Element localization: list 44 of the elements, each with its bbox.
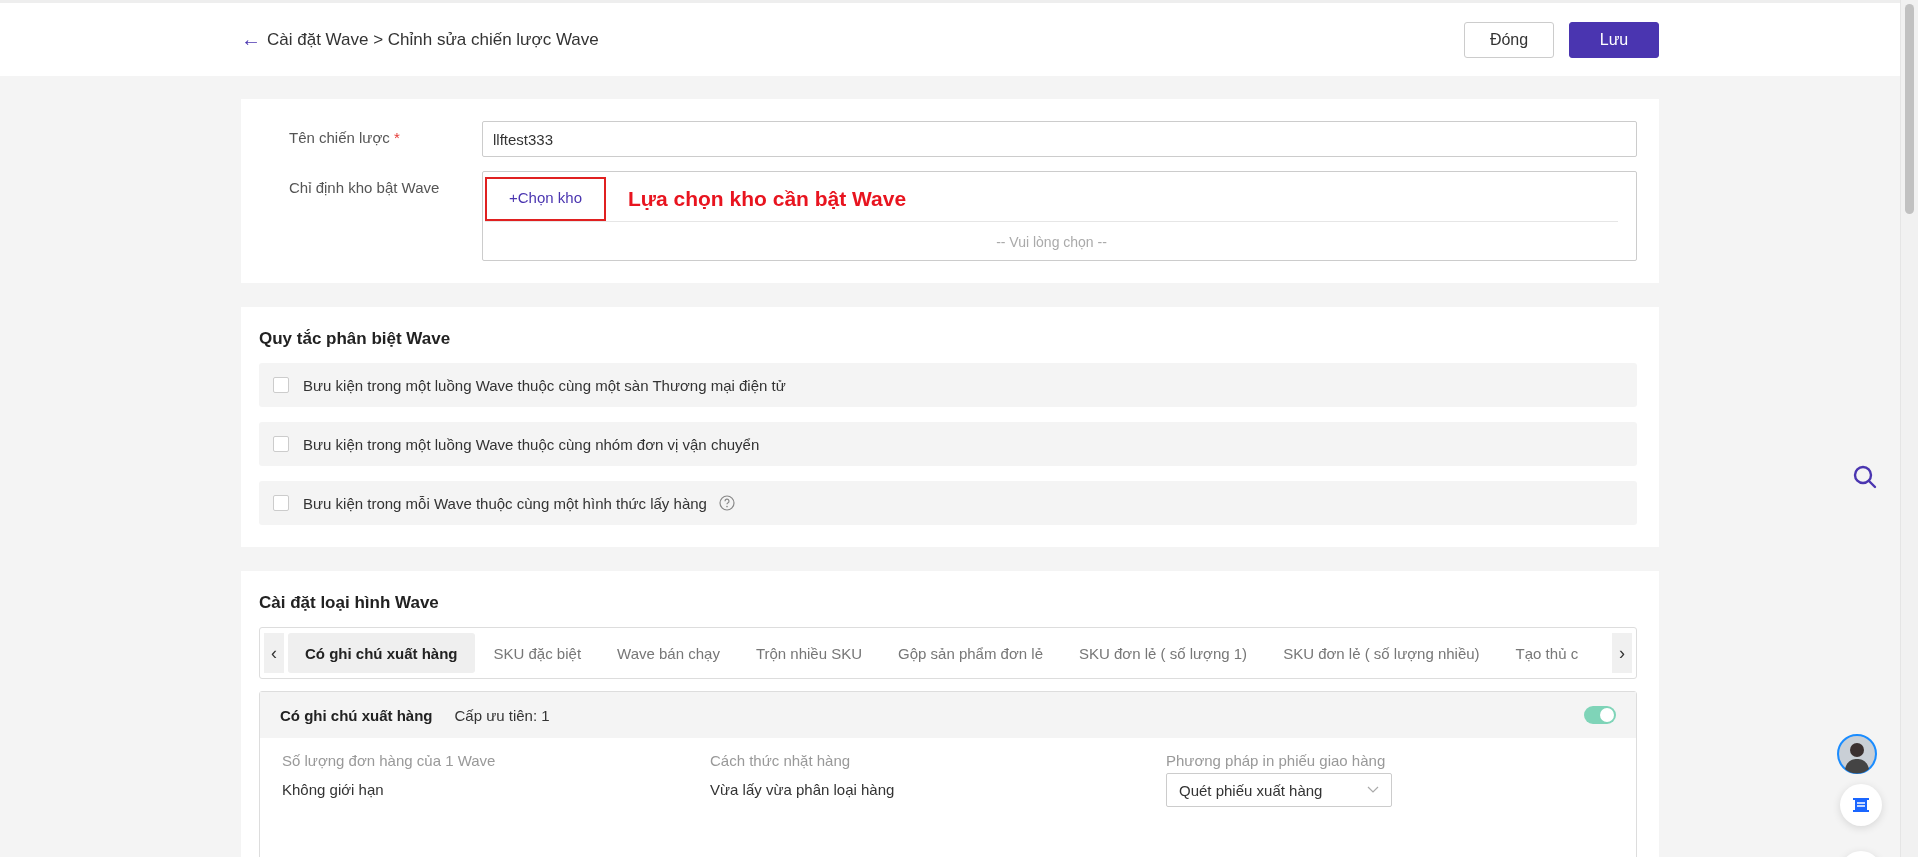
field-label: Tên chiến lược *: [288, 128, 401, 148]
field-label: Phương pháp in phiếu giao hàng: [1166, 752, 1387, 769]
previous-tab-button[interactable]: ‹: [264, 633, 284, 673]
rule-label: Bưu kiện trong một luồng Wave thuộc cùng nhóm đơn vị vận chuyển: [303, 435, 760, 453]
checkbox[interactable]: [273, 495, 289, 511]
print-method-dropdown[interactable]: Quét phiếu xuất hàng: [1166, 773, 1392, 807]
field-value: Không giới hạn: [282, 781, 385, 798]
field-label: Số lượng đơn hàng của 1 Wave: [282, 752, 497, 769]
chevron-down-icon: [1367, 786, 1379, 794]
message-board-icon: [1851, 795, 1871, 815]
scrollbar[interactable]: [1900, 0, 1918, 857]
strategy-name-input[interactable]: llftest333: [482, 121, 1637, 157]
section-title: Cài đặt loại hình Wave: [259, 593, 440, 613]
wave-type-tab[interactable]: SKU đơn lẻ ( số lượng 1): [1062, 633, 1265, 673]
panel-title: Có ghi chú xuất hàng: [280, 706, 433, 724]
search-icon[interactable]: [1853, 465, 1877, 489]
priority-text: Cấp ưu tiên: 1: [454, 706, 551, 724]
wave-type-tab[interactable]: Gộp sản phẩm đơn lẻ: [881, 633, 1060, 673]
checkbox[interactable]: [273, 436, 289, 452]
chat-button[interactable]: [1840, 784, 1882, 826]
enable-toggle[interactable]: [1584, 706, 1616, 724]
rule-label: Bưu kiện trong một luồng Wave thuộc cùng một sàn Thương mại điện tử: [303, 376, 786, 394]
field-label: Cách thức nhặt hàng: [710, 752, 852, 769]
support-avatar[interactable]: [1837, 734, 1877, 774]
rule-label: Bưu kiện trong mỗi Wave thuộc cùng một hình thức lấy hàng: [303, 494, 707, 512]
empty-hint: -- Vui lòng chọn --: [995, 233, 1108, 250]
wave-type-tab[interactable]: Wave bán chạy: [600, 633, 737, 673]
page-breadcrumb: Cài đặt Wave > Chỉnh sửa chiến lược Wave: [267, 29, 599, 50]
next-tab-button[interactable]: ›: [1612, 633, 1632, 673]
annotation-text: Lựa chọn kho cần bật Wave: [628, 187, 907, 211]
checkbox[interactable]: [273, 377, 289, 393]
wave-type-tab[interactable]: SKU đặc biệt: [476, 633, 599, 673]
field-label: Chỉ định kho bật Wave: [288, 178, 441, 198]
field-value: Vừa lấy vừa phân loại hàng: [710, 781, 896, 798]
save-button[interactable]: Lưu: [1569, 21, 1659, 58]
wave-type-tab[interactable]: SKU đơn lẻ ( số lượng nhiều): [1266, 633, 1497, 673]
wave-type-tab[interactable]: Tạo thủ c: [1498, 633, 1596, 673]
wave-type-tab[interactable]: Có ghi chú xuất hàng: [288, 633, 475, 673]
help-icon[interactable]: [718, 495, 735, 511]
wave-type-tab[interactable]: Trộn nhiều SKU: [738, 633, 880, 673]
back-arrow-link[interactable]: ←: [241, 28, 261, 51]
choose-warehouse-link[interactable]: +Chọn kho: [509, 189, 582, 206]
section-title: Quy tắc phân biệt Wave: [259, 329, 452, 349]
close-button[interactable]: Đóng: [1464, 21, 1554, 58]
